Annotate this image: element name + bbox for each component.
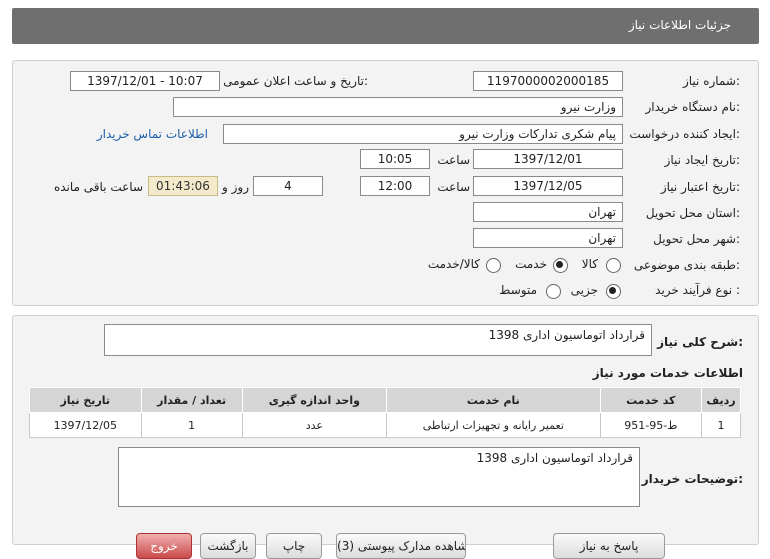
page-title: جزئیات اطلاعات نیاز	[628, 18, 731, 32]
category-goods-label: کالا	[581, 257, 598, 271]
table-row: 1 ط-95-951 تعمیر رایانه و تجهیزات ارتباط…	[29, 412, 742, 438]
cell-need-date: 1397/12/05	[29, 412, 142, 438]
process-medium-radio[interactable]	[546, 284, 561, 299]
city-field: تهران	[473, 228, 623, 248]
print-button[interactable]: چاپ	[266, 533, 322, 559]
province-label: استان محل تحویل:	[645, 206, 740, 220]
process-label: نوع فرآیند خرید :	[655, 283, 740, 297]
creator-label: ایجاد کننده درخواست:	[629, 127, 740, 141]
cell-service-code: ط-95-951	[599, 412, 702, 438]
city-label: شهر محل تحویل:	[653, 232, 740, 246]
validity-time-label: ساعت	[437, 180, 470, 194]
province-field: تهران	[473, 202, 623, 222]
col-quantity: تعداد / مقدار	[140, 387, 243, 413]
process-medium-label: متوسط	[499, 283, 537, 297]
validity-label: تاریخ اعتبار نیاز:	[660, 180, 740, 194]
remaining-label: ساعت باقی مانده	[53, 180, 143, 194]
reply-button[interactable]: پاسخ به نیاز	[553, 533, 665, 559]
view-attachments-button[interactable]: مشاهده مدارک پیوستی (3)	[336, 533, 466, 559]
summary-label: شرح کلی نیاز:	[657, 335, 743, 349]
exit-button[interactable]: خروج	[136, 533, 192, 559]
table-header-row: ردیف کد خدمت نام خدمت واحد اندازه گیری ت…	[29, 387, 742, 413]
process-minor-label: جزیی	[570, 283, 598, 297]
buyer-contact-link[interactable]: اطلاعات تماس خریدار	[97, 127, 208, 141]
announce-datetime-field: 1397/12/01 - 10:07	[70, 71, 220, 91]
category-goods-radio[interactable]	[606, 258, 621, 273]
category-goods-service-label: کالا/خدمت	[427, 257, 480, 271]
col-need-date: تاریخ نیاز	[29, 387, 142, 413]
need-number-field: 1197000002000185	[473, 71, 623, 91]
services-title: اطلاعات خدمات مورد نیاز	[592, 366, 743, 380]
remaining-time-field: 01:43:06	[148, 176, 218, 196]
cell-quantity: 1	[140, 412, 243, 438]
created-time-label: ساعت	[437, 153, 470, 167]
buyer-notes-field: قرارداد اتوماسیون اداری 1398	[118, 447, 640, 507]
buyer-org-field: وزارت نیرو	[173, 97, 623, 117]
created-time-field: 10:05	[360, 149, 430, 169]
validity-time-field: 12:00	[360, 176, 430, 196]
validity-date-field: 1397/12/05	[473, 176, 623, 196]
process-minor-radio[interactable]	[606, 284, 621, 299]
col-service-name: نام خدمت	[385, 387, 601, 413]
back-button[interactable]: بازگشت	[200, 533, 256, 559]
days-label: روز و	[222, 180, 249, 194]
creator-field: پیام شکری تدارکات وزارت نیرو	[223, 124, 623, 144]
days-field: 4	[253, 176, 323, 196]
category-goods-service-radio[interactable]	[486, 258, 501, 273]
cell-unit: عدد	[241, 412, 387, 438]
services-table-wrap: ردیف کد خدمت نام خدمت واحد اندازه گیری ت…	[29, 387, 742, 438]
col-row: ردیف	[700, 387, 742, 413]
buyer-org-label: نام دستگاه خریدار:	[645, 100, 741, 114]
cell-service-name: تعمیر رایانه و تجهیزات ارتباطی	[385, 412, 601, 438]
announce-label: تاریخ و ساعت اعلان عمومی:	[223, 74, 368, 88]
category-label: طبقه بندی موضوعی:	[633, 258, 740, 272]
buyer-notes-label: توضیحات خریدار:	[641, 472, 743, 486]
summary-field: قرارداد اتوماسیون اداری 1398	[104, 324, 652, 356]
col-service-code: کد خدمت	[599, 387, 702, 413]
title-bar: جزئیات اطلاعات نیاز	[12, 8, 759, 44]
col-unit: واحد اندازه گیری	[241, 387, 387, 413]
need-number-label: شماره نیاز:	[682, 74, 740, 88]
created-date-label: تاریخ ایجاد نیاز:	[664, 153, 740, 167]
services-table: ردیف کد خدمت نام خدمت واحد اندازه گیری ت…	[29, 387, 742, 438]
category-service-label: خدمت	[515, 257, 547, 271]
created-date-field: 1397/12/01	[473, 149, 623, 169]
cell-row: 1	[700, 412, 742, 438]
category-service-radio[interactable]	[553, 258, 568, 273]
